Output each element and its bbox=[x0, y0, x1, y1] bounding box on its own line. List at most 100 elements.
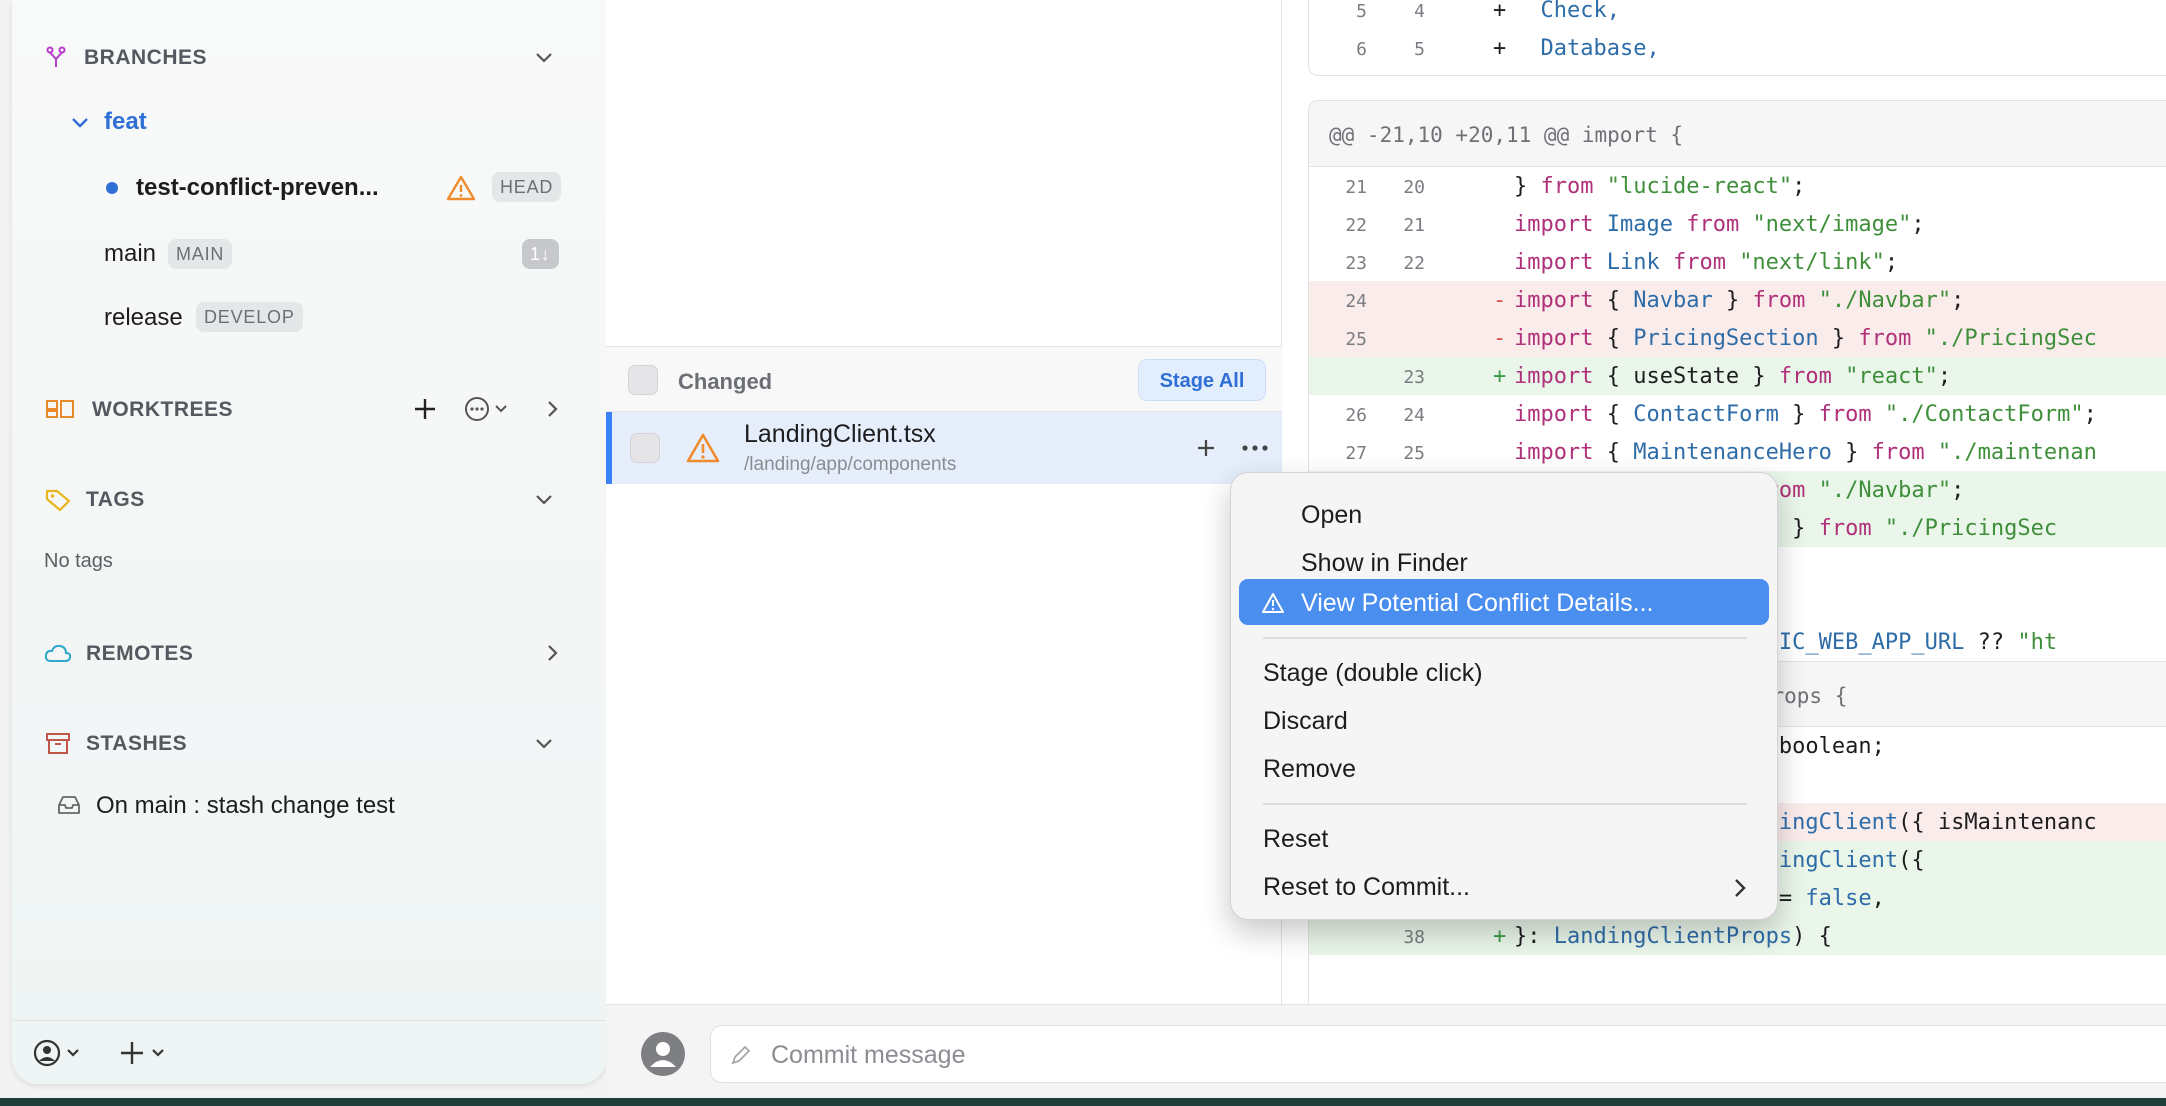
code-token: import bbox=[1514, 288, 1607, 313]
code-token: false bbox=[1805, 886, 1872, 911]
code-token: } bbox=[1845, 440, 1872, 465]
chevron-right-icon[interactable] bbox=[540, 397, 564, 421]
behind-count-badge: 1↓ bbox=[522, 239, 559, 269]
branch-name: main bbox=[104, 240, 157, 267]
select-all-checkbox[interactable] bbox=[628, 365, 658, 395]
develop-badge: DEVELOP bbox=[196, 302, 303, 332]
stashes-section-header[interactable]: STASHES bbox=[12, 718, 606, 768]
cloud-icon bbox=[44, 644, 72, 662]
file-checkbox[interactable] bbox=[630, 433, 660, 463]
chevron-right-icon[interactable] bbox=[540, 641, 564, 665]
diff-line-added: 23 + import { useState } from "react"; bbox=[1309, 357, 2166, 395]
changed-section-header: Changed Stage All bbox=[606, 346, 1282, 412]
diff-line: 5 4 + Check, bbox=[1309, 0, 2166, 29]
branch-group-feat[interactable]: feat bbox=[104, 108, 147, 136]
plus-icon[interactable] bbox=[1194, 436, 1218, 460]
chevron-right-icon bbox=[1735, 879, 1746, 897]
worktrees-section-header[interactable]: WORKTREES bbox=[12, 384, 606, 434]
account-menu-icon[interactable] bbox=[32, 1038, 86, 1068]
more-options-icon[interactable] bbox=[464, 395, 514, 423]
commit-message-input[interactable]: Commit message bbox=[710, 1025, 2166, 1083]
menu-separator bbox=[1263, 803, 1747, 805]
menu-item-label: Reset to Commit... bbox=[1263, 873, 1470, 901]
code-token: ?? bbox=[1977, 630, 2018, 655]
hunk-header: @@ -21,10 +20,11 @@ import { bbox=[1309, 101, 2166, 167]
plus-icon[interactable] bbox=[412, 396, 438, 422]
commit-placeholder: Commit message bbox=[771, 1041, 966, 1069]
code-token: import bbox=[1514, 326, 1607, 351]
menu-item-view-conflict-details[interactable]: View Potential Conflict Details... bbox=[1239, 579, 1769, 625]
code-token: Link bbox=[1606, 250, 1673, 275]
no-tags-text: No tags bbox=[44, 550, 113, 572]
chevron-down-icon[interactable] bbox=[532, 487, 556, 511]
code-text: Check, bbox=[1514, 0, 1620, 23]
menu-item-discard[interactable]: Discard bbox=[1239, 697, 1769, 743]
desktop-edge bbox=[0, 1098, 2166, 1106]
old-line-number: 6 bbox=[1356, 39, 1367, 60]
code-text: import { Navbar } from "./Navbar"; bbox=[1514, 288, 1964, 313]
code-token: from bbox=[1778, 364, 1846, 389]
archive-icon bbox=[46, 733, 70, 754]
new-line-number: 23 bbox=[1403, 367, 1425, 388]
diff-line: 6 5 + Database, bbox=[1309, 29, 2166, 67]
code-token: ; bbox=[1951, 288, 1965, 313]
tags-section-header[interactable]: TAGS bbox=[12, 474, 606, 524]
changed-file-row[interactable]: LandingClient.tsx /landing/app/component… bbox=[606, 412, 1282, 484]
diff-line: 21 20} from "lucide-react"; bbox=[1309, 167, 2166, 205]
diff-line: 23 22 import Link from "next/link"; bbox=[1309, 243, 2166, 281]
menu-item-reset-to-commit[interactable]: Reset to Commit... bbox=[1239, 863, 1769, 909]
added-marker: + bbox=[1493, 364, 1507, 389]
main-badge: MAIN bbox=[168, 239, 233, 269]
code-token: LandingClientProps bbox=[1553, 924, 1793, 949]
branch-name: test-conflict-preven... bbox=[136, 174, 379, 201]
chevron-down-icon[interactable] bbox=[532, 731, 556, 755]
menu-item-remove[interactable]: Remove bbox=[1239, 745, 1769, 791]
tags-title: TAGS bbox=[86, 488, 145, 511]
code-token: "./ContactForm" bbox=[1884, 402, 2084, 427]
code-token: from bbox=[1871, 440, 1938, 465]
worktrees-title: WORKTREES bbox=[92, 398, 233, 421]
branch-icon bbox=[46, 46, 66, 67]
remotes-title: REMOTES bbox=[86, 642, 194, 665]
menu-item-open[interactable]: Open bbox=[1239, 491, 1769, 537]
code-token: ; bbox=[2083, 402, 2097, 427]
code-token: from bbox=[1858, 326, 1925, 351]
chevron-down-icon[interactable] bbox=[532, 45, 556, 69]
changed-title: Changed bbox=[678, 369, 773, 394]
diff-line: 26 24 import { ContactForm } from "./Conta… bbox=[1309, 395, 2166, 433]
diff-line: 27 25 import { MaintenanceHero } from "./m… bbox=[1309, 433, 2166, 471]
menu-item-reset[interactable]: Reset bbox=[1239, 815, 1769, 861]
code-token: ) { bbox=[1792, 924, 1832, 949]
add-menu-icon[interactable] bbox=[118, 1038, 172, 1068]
code-token: from bbox=[1686, 212, 1753, 237]
code-text: import Link from "next/link"; bbox=[1514, 250, 1898, 275]
menu-item-stage[interactable]: Stage (double click) bbox=[1239, 649, 1769, 695]
code-token: "next/link" bbox=[1739, 250, 1885, 275]
branch-name: release bbox=[104, 304, 183, 331]
code-token: ({ bbox=[1898, 848, 1925, 873]
code-token: PricingSection bbox=[1633, 326, 1832, 351]
code-token: { bbox=[1606, 440, 1634, 465]
new-line-number: 20 bbox=[1403, 177, 1425, 198]
stashes-title: STASHES bbox=[86, 732, 188, 755]
worktree-icon bbox=[46, 400, 74, 418]
changes-panel: Changed Stage All LandingClient.tsx /lan… bbox=[606, 0, 1282, 1004]
warning-icon bbox=[686, 433, 720, 463]
new-line-number: 25 bbox=[1403, 443, 1425, 464]
old-line-number: 23 bbox=[1345, 253, 1367, 274]
code-token: import bbox=[1514, 250, 1607, 275]
remotes-section-header[interactable]: REMOTES bbox=[12, 628, 606, 678]
ellipsis-icon[interactable] bbox=[1240, 436, 1270, 460]
code-token: "./PricingSec bbox=[1924, 326, 2097, 351]
code-token: from bbox=[1672, 250, 1740, 275]
code-text: import { MaintenanceHero } from "./maint… bbox=[1514, 440, 2097, 465]
code-token: { bbox=[1606, 402, 1634, 427]
stash-label: On main : stash change test bbox=[96, 792, 395, 819]
new-line-number: 38 bbox=[1403, 927, 1425, 948]
code-token: "ht bbox=[2017, 630, 2058, 655]
branches-section-header[interactable]: BRANCHES bbox=[12, 32, 606, 82]
stage-all-button[interactable]: Stage All bbox=[1138, 359, 1266, 401]
code-token: "./maintenan bbox=[1937, 440, 2097, 465]
old-line-number: 26 bbox=[1345, 405, 1367, 426]
chevron-down-icon[interactable] bbox=[68, 110, 92, 134]
